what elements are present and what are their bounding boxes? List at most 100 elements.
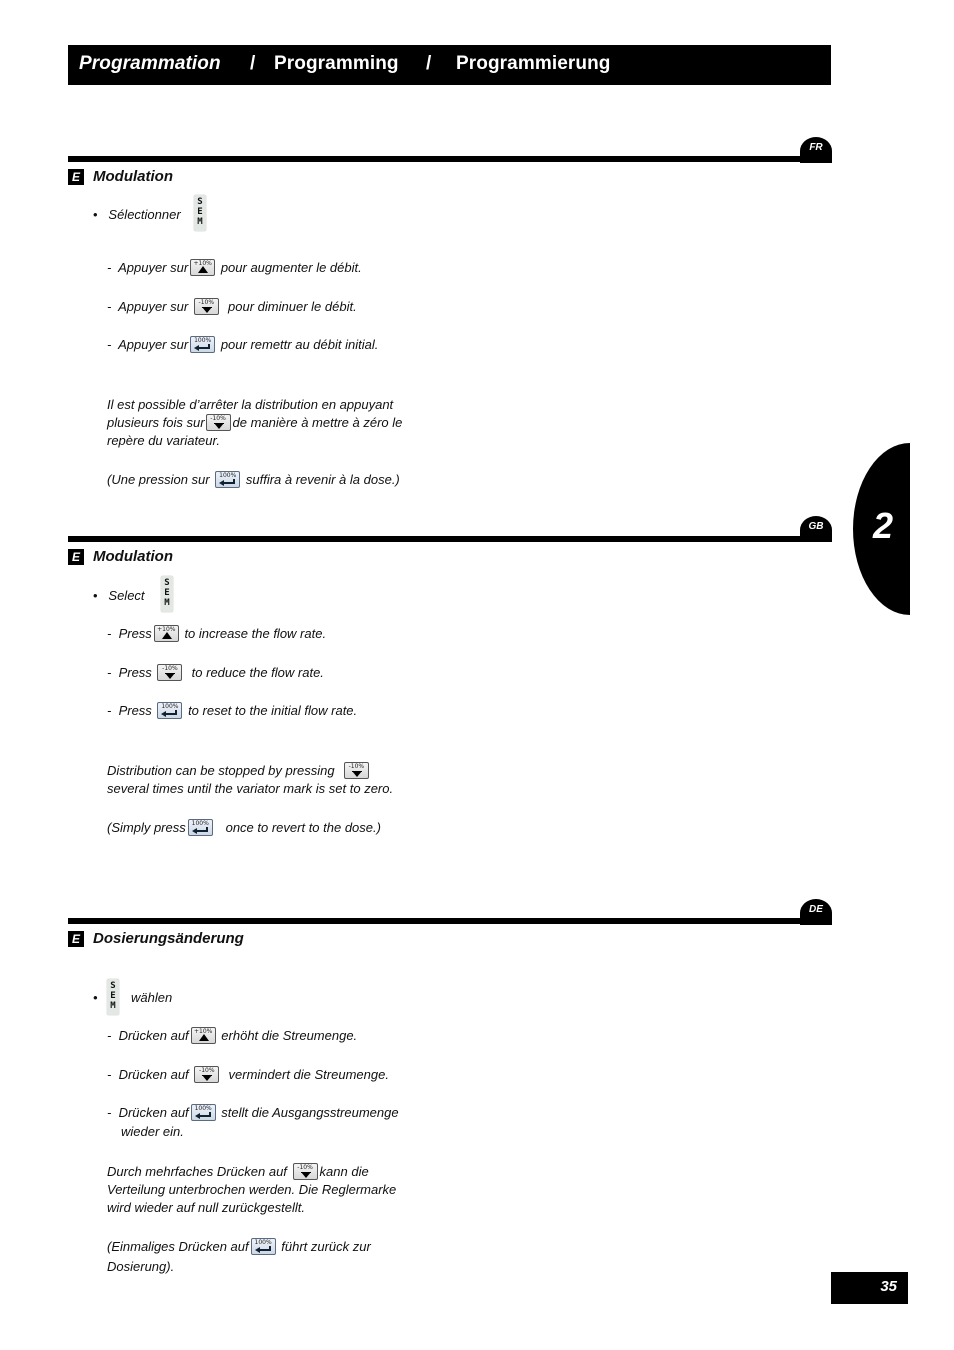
note-text: (Einmaliges Drücken auf bbox=[107, 1239, 249, 1254]
note-text: plusieurs fois sur bbox=[107, 414, 205, 430]
minus-10-button-icon: -10% bbox=[343, 762, 369, 780]
reset-100-button-icon: 100% bbox=[190, 336, 216, 354]
header-title-fr: Programmation bbox=[79, 53, 221, 74]
return-arrow bbox=[194, 1113, 200, 1120]
dash: - bbox=[107, 1105, 112, 1120]
arrow-down-icon bbox=[351, 771, 362, 778]
plus-10-button-icon: +10% bbox=[190, 1027, 216, 1045]
sem-letter: E bbox=[110, 991, 116, 1001]
note-line: wird wieder auf null zurückgestellt. bbox=[107, 1199, 305, 1215]
step-reset: - Appuyer sur 100% pour remettr au débit … bbox=[107, 336, 378, 354]
step-text: Appuyer sur bbox=[118, 299, 189, 314]
section-title-de: E Dosierungsänderung bbox=[68, 930, 244, 947]
select-text: Sélectionner bbox=[108, 207, 181, 222]
note-line: Durch mehrfaches Drücken auf -10% kann di… bbox=[107, 1163, 437, 1181]
reset-100-button-icon: 100% bbox=[215, 471, 241, 489]
select-instruction: • Sélectionner bbox=[93, 206, 181, 223]
sem-letter: M bbox=[197, 217, 203, 227]
chapter-tab-clip bbox=[910, 430, 954, 630]
step-text: wieder ein. bbox=[121, 1124, 184, 1139]
dash: - bbox=[107, 1067, 112, 1082]
step-increase: - Appuyer sur +10% pour augmenter le débi… bbox=[107, 259, 362, 277]
minus-10-button-icon: -10% bbox=[193, 298, 219, 316]
step-reset: - Drücken auf 100% stellt die Ausgangsstr… bbox=[107, 1104, 399, 1122]
arrow-up-icon bbox=[198, 1034, 209, 1042]
dash: - bbox=[107, 1028, 112, 1043]
step-text: erhöht die Streumenge. bbox=[221, 1028, 358, 1043]
section-rule bbox=[68, 918, 832, 924]
step-text: Appuyer sur bbox=[118, 337, 189, 352]
step-text: to reduce the flow rate. bbox=[191, 665, 324, 680]
lang-label: GB bbox=[808, 521, 824, 532]
step-decrease: - Press -10% to reduce the flow rate. bbox=[107, 664, 324, 682]
step-text: Drücken auf bbox=[118, 1028, 189, 1043]
bullet: • bbox=[93, 990, 98, 1005]
arrow-down-icon bbox=[201, 307, 212, 314]
lang-label: FR bbox=[809, 142, 823, 153]
page-number-box: 35 bbox=[831, 1272, 908, 1304]
section-rule bbox=[68, 156, 832, 162]
step-increase: - Drücken auf +10% erhöht die Streumenge. bbox=[107, 1027, 357, 1045]
section-badge: E bbox=[68, 168, 84, 185]
step-text: vermindert die Streumenge. bbox=[228, 1067, 389, 1082]
note-text: (Simply press bbox=[107, 820, 186, 835]
note-stop-distribution: Il est possible d’arrêter la distributio… bbox=[107, 396, 437, 449]
step-decrease: - Drücken auf -10% vermindert die Streum… bbox=[107, 1066, 389, 1084]
note-line: Verteilung unterbrochen werden. Die Regl… bbox=[107, 1182, 397, 1198]
dash: - bbox=[107, 665, 112, 680]
dash: - bbox=[107, 703, 112, 718]
select-text: wählen bbox=[131, 990, 173, 1005]
arrow-down-icon bbox=[202, 1075, 213, 1082]
bullet: • bbox=[93, 588, 98, 603]
dash: - bbox=[107, 626, 112, 641]
dash: - bbox=[107, 260, 112, 275]
step-decrease: - Appuyer sur -10% pour diminuer le débi… bbox=[107, 298, 357, 316]
step-text: Press bbox=[118, 703, 152, 718]
note-line: repère du variateur. bbox=[107, 432, 220, 448]
button-label: -10% bbox=[199, 1067, 215, 1075]
sem-button-icon: S E M bbox=[107, 979, 119, 1015]
sem-button-icon: S E M bbox=[161, 576, 173, 612]
arrow-down-icon bbox=[213, 422, 224, 429]
sem-letter: S bbox=[197, 197, 203, 207]
button-label: -10% bbox=[297, 1164, 313, 1172]
step-text: to reset to the initial flow rate. bbox=[188, 703, 358, 718]
button-label: -10% bbox=[348, 763, 365, 771]
dash: - bbox=[107, 299, 112, 314]
section-title-fr: E Modulation bbox=[68, 168, 173, 185]
button-label: 100% bbox=[219, 472, 237, 480]
note-text: Distribution can be stopped by pressing bbox=[107, 763, 335, 778]
step-text: pour augmenter le débit. bbox=[220, 260, 362, 275]
header-title-de: Programmierung bbox=[456, 53, 611, 74]
plus-10-button-icon: +10% bbox=[153, 625, 179, 643]
step-text: stellt die Ausgangsstreumenge bbox=[221, 1105, 399, 1120]
select-text: Select bbox=[108, 588, 145, 603]
section-heading: Modulation bbox=[93, 168, 173, 185]
step-text: Press bbox=[118, 665, 152, 680]
note-text: suffira à revenir à la dose.) bbox=[245, 472, 400, 487]
note-text: once to revert to the dose.) bbox=[225, 820, 381, 835]
header-separator: / bbox=[250, 53, 256, 74]
button-label: 100% bbox=[191, 820, 209, 828]
section-title-gb: E Modulation bbox=[68, 548, 173, 565]
button-label: 100% bbox=[194, 1105, 212, 1113]
minus-10-button-icon: -10% bbox=[292, 1163, 318, 1181]
step-text: pour remettr au débit initial. bbox=[220, 337, 379, 352]
arrow-down-icon bbox=[165, 673, 176, 680]
note-revert: (Simply press 100% once to revert to the … bbox=[107, 819, 381, 837]
section-badge: E bbox=[68, 930, 84, 947]
note-stop-distribution: Distribution can be stopped by pressing … bbox=[107, 762, 437, 798]
sem-letter: E bbox=[197, 207, 203, 217]
step-text: pour diminuer le débit. bbox=[228, 299, 357, 314]
lang-label: DE bbox=[809, 904, 823, 915]
button-label: 100% bbox=[161, 703, 179, 711]
chapter-number: 2 bbox=[873, 505, 894, 546]
note-revert: (Einmaliges Drücken auf 100% führt zurück… bbox=[107, 1238, 371, 1256]
button-label: -10% bbox=[198, 299, 215, 307]
step-text: Drücken auf bbox=[118, 1067, 189, 1082]
sem-letter: S bbox=[164, 578, 170, 588]
return-arrow bbox=[254, 1247, 260, 1254]
arrow-up-icon bbox=[198, 266, 209, 274]
section-badge: E bbox=[68, 548, 84, 565]
reset-100-button-icon: 100% bbox=[190, 1104, 216, 1122]
